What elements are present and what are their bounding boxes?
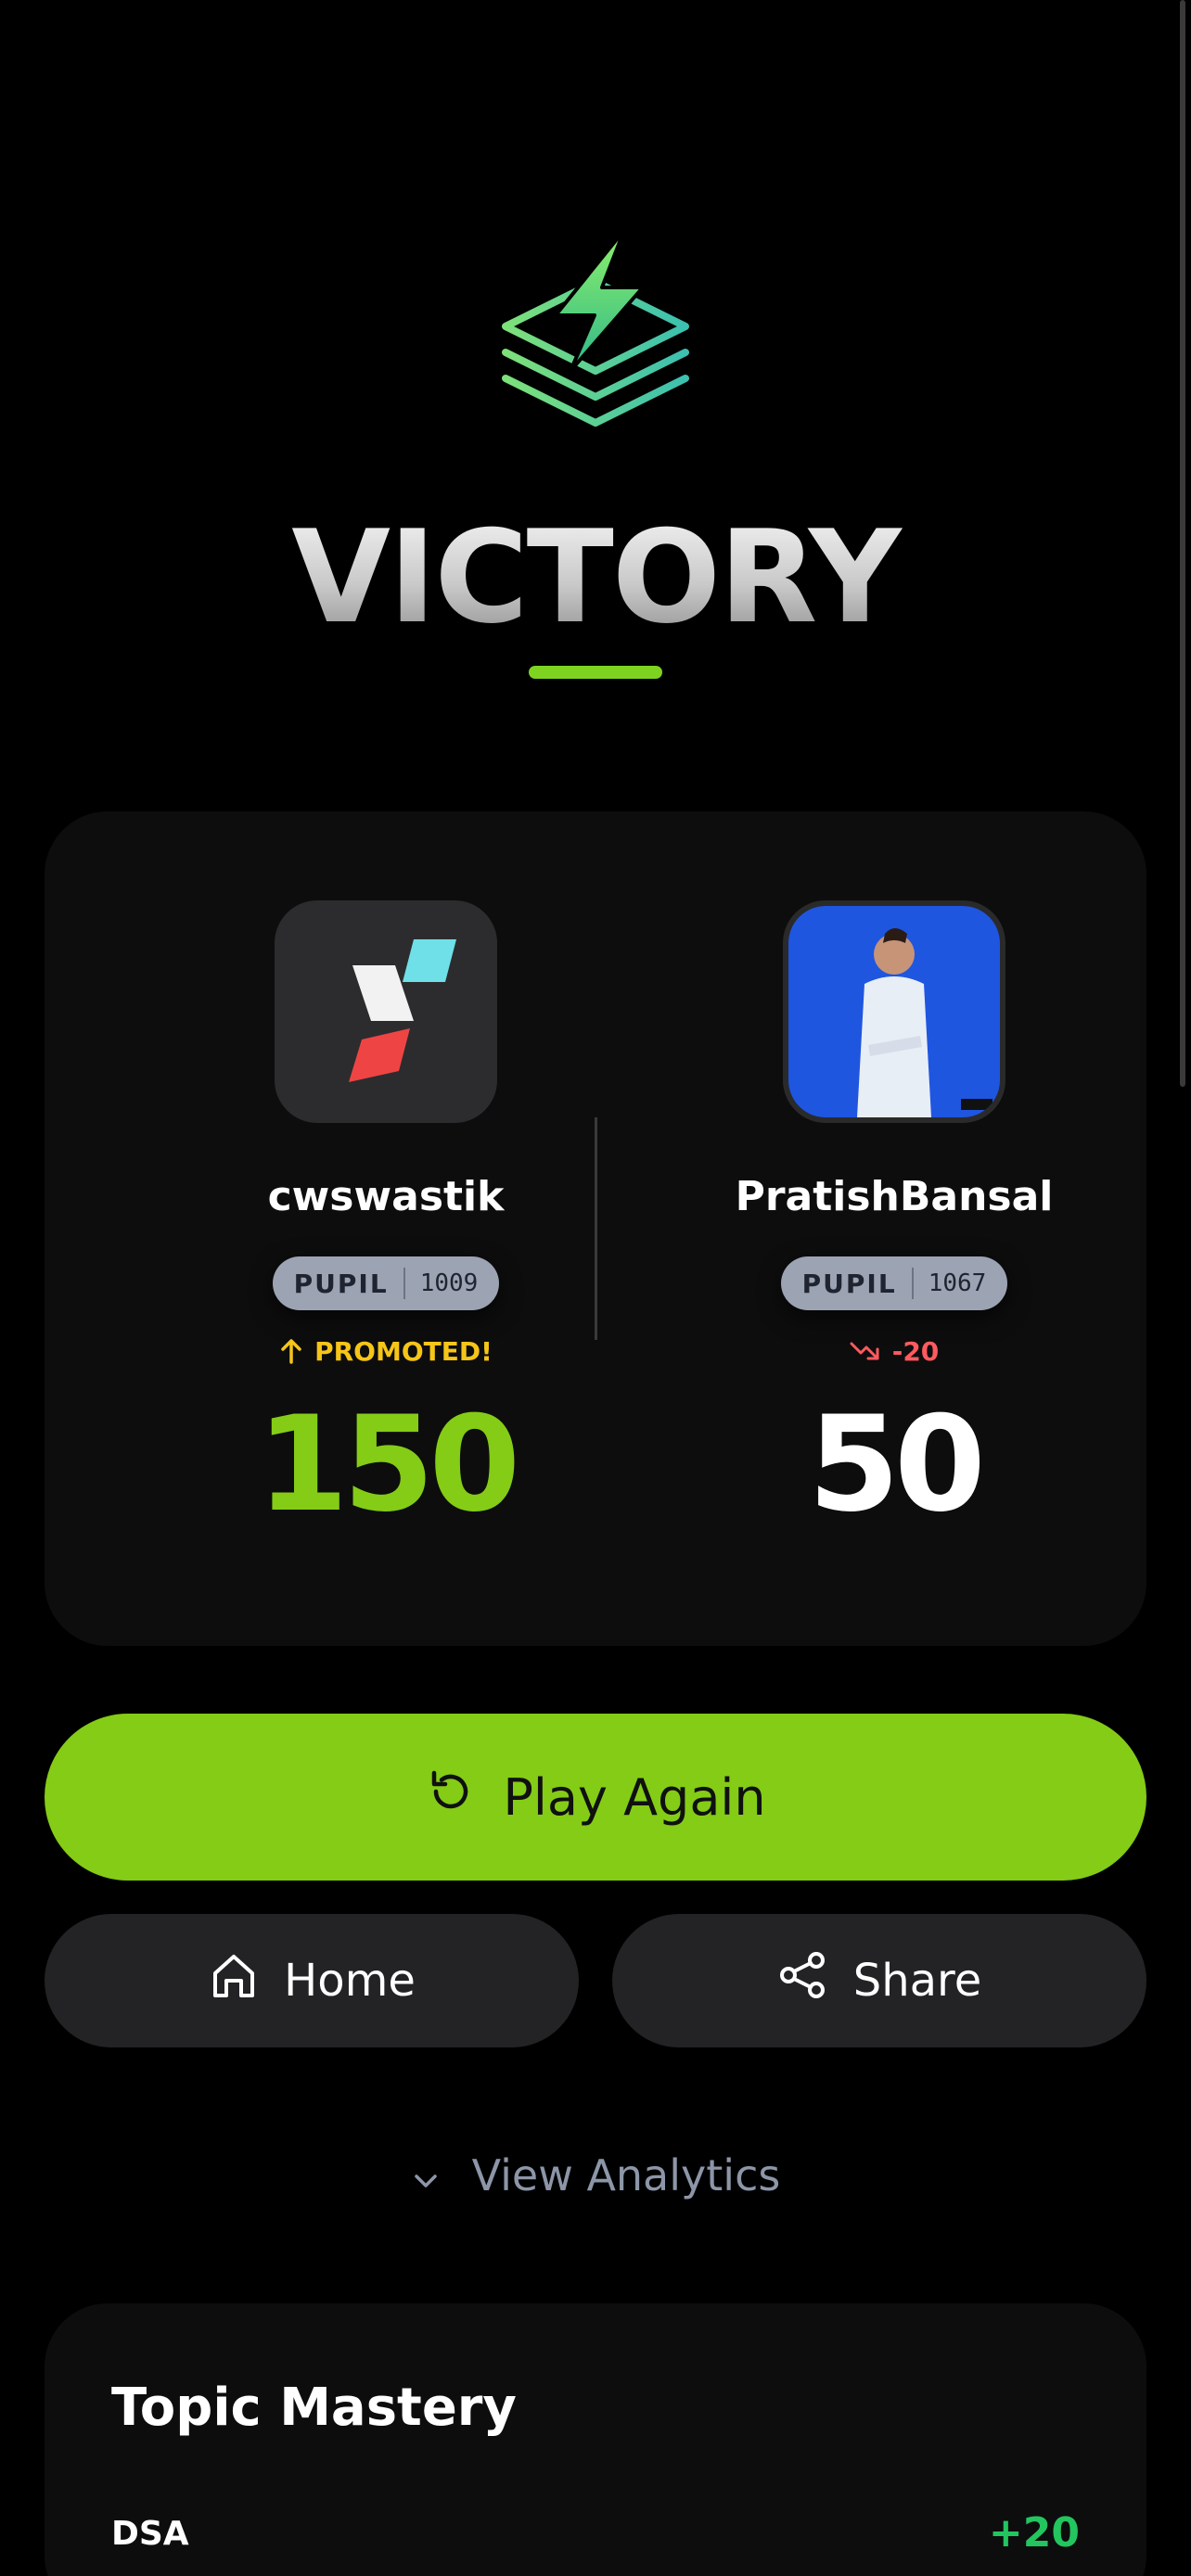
topic-name: DSA <box>111 2515 189 2553</box>
home-label: Home <box>284 1955 416 2007</box>
match-result-card: cwswastik PUPIL 1009 PROMOTED! 150 Prati… <box>45 811 1146 1646</box>
username: cwswastik <box>267 1173 505 1220</box>
rank-label: PUPIL <box>801 1268 897 1299</box>
arrow-up-icon <box>279 1338 303 1364</box>
trend-down-icon <box>850 1340 881 1362</box>
rank-label: PUPIL <box>293 1268 389 1299</box>
avatar[interactable] <box>783 900 1005 1123</box>
promotion-status: PROMOTED! <box>191 1333 581 1370</box>
share-button[interactable]: Share <box>612 1914 1146 2047</box>
username: PratishBansal <box>735 1173 1054 1220</box>
home-icon <box>208 1949 260 2012</box>
player-right: PratishBansal PUPIL 1067 -20 50 <box>699 811 1089 1646</box>
share-label: Share <box>852 1955 982 2007</box>
player-left: cwswastik PUPIL 1009 PROMOTED! 150 <box>191 811 581 1646</box>
topic-delta: +20 <box>988 2509 1080 2557</box>
app-logo-icon <box>498 226 693 441</box>
rank-badge: PUPIL 1009 <box>273 1256 499 1310</box>
rating-value: 1067 <box>928 1269 987 1297</box>
victory-screen: VICTORY cwswastik PUPIL 1009 PROMOTED! 1… <box>0 0 1191 2576</box>
refresh-icon <box>425 1766 477 1830</box>
topic-mastery-card: Topic Mastery DSA +20 <box>45 2303 1146 2576</box>
result-title: VICTORY <box>0 508 1191 647</box>
play-again-label: Play Again <box>503 1767 766 1827</box>
status-text: -20 <box>891 1335 940 1367</box>
status-text: PROMOTED! <box>314 1335 493 1367</box>
home-button[interactable]: Home <box>45 1914 579 2047</box>
player-score: 150 <box>256 1388 520 1541</box>
chevron-down-icon <box>411 2150 441 2200</box>
players-divider <box>595 1117 597 1340</box>
avatar[interactable] <box>275 900 497 1123</box>
player-score: 50 <box>808 1388 986 1541</box>
play-again-button[interactable]: Play Again <box>45 1714 1146 1881</box>
topic-mastery-title: Topic Mastery <box>111 2378 517 2438</box>
title-underline <box>529 666 662 679</box>
rank-badge: PUPIL 1067 <box>781 1256 1007 1310</box>
view-analytics-toggle[interactable]: View Analytics <box>0 2138 1191 2213</box>
rating-value: 1009 <box>419 1269 479 1297</box>
share-icon <box>777 1949 829 2012</box>
view-analytics-label: View Analytics <box>471 2150 781 2200</box>
rating-change: -20 <box>699 1333 1089 1370</box>
